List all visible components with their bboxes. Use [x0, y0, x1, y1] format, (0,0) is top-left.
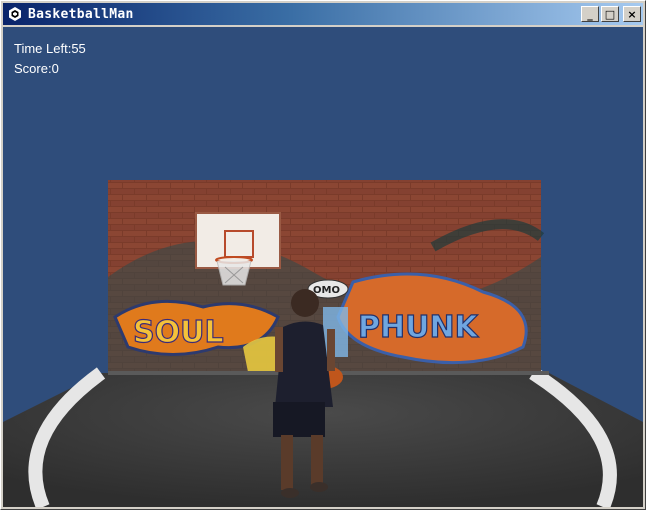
- window-controls: _ □ ×: [581, 6, 641, 22]
- close-button[interactable]: ×: [623, 6, 641, 22]
- minimize-button[interactable]: _: [581, 6, 599, 22]
- graffiti-right: PHUNK: [358, 310, 480, 345]
- court-scene: SOUL PHUNK OMO: [3, 180, 643, 507]
- game-viewport[interactable]: SOUL PHUNK OMO Time Left:55 Score:0: [3, 27, 643, 507]
- hoop-net: [216, 260, 252, 286]
- window-title: BasketballMan: [28, 6, 134, 22]
- backboard: [195, 212, 281, 269]
- score-label: Score:0: [14, 61, 59, 76]
- unity-icon: [9, 7, 21, 21]
- maximize-button[interactable]: □: [601, 6, 619, 22]
- title-bar[interactable]: BasketballMan _ □ ×: [3, 3, 643, 25]
- graffiti-left: SOUL: [133, 315, 224, 350]
- game-window: BasketballMan _ □ × SOUL PHUNK OMO Time …: [0, 0, 646, 510]
- graffiti-tag: OMO: [313, 285, 340, 296]
- time-left-label: Time Left:55: [14, 41, 86, 56]
